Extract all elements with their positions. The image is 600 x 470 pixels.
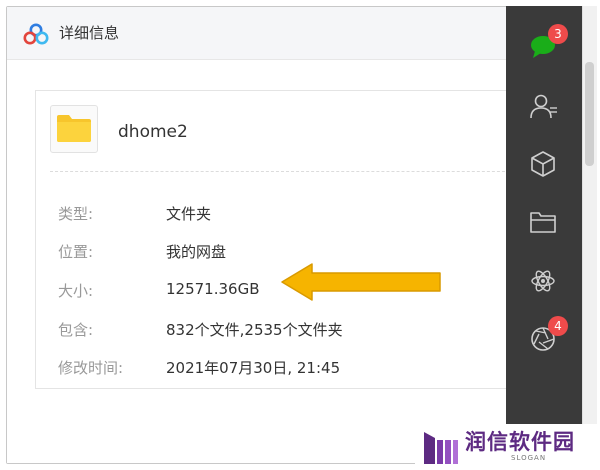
dialog-title: 详细信息 (59, 24, 120, 42)
notification-badge: 4 (548, 316, 568, 336)
detail-label: 位置: (58, 243, 94, 261)
dialog-titlebar: 详细信息 (7, 7, 507, 60)
detail-value: 12571.36GB (166, 280, 260, 298)
watermark-logo-icon (424, 432, 458, 464)
folder-icon (530, 212, 556, 233)
detail-label: 类型: (58, 205, 94, 223)
sidebar-item-atom[interactable] (522, 260, 564, 302)
detail-value: 文件夹 (166, 205, 212, 223)
details-dialog: 详细信息 dhome2 类型: 文件夹 位置: 我的网盘 大小: 12571.3… (6, 6, 520, 464)
detail-label: 包含: (58, 321, 94, 339)
detail-value: 2021年07月30日, 21:45 (166, 359, 341, 377)
highlight-arrow-icon (281, 263, 441, 301)
notification-badge: 3 (548, 24, 568, 44)
baidu-cloud-logo-icon (23, 23, 49, 45)
sidebar-item-cube[interactable] (522, 143, 564, 185)
folder-thumbnail (50, 105, 98, 153)
detail-value: 我的网盘 (166, 243, 227, 261)
sidebar-item-contacts[interactable] (522, 85, 564, 127)
divider (50, 171, 520, 172)
file-name: dhome2 (118, 122, 188, 142)
sidebar-item-files[interactable] (522, 202, 564, 244)
right-sidebar: 3 4 (506, 6, 582, 462)
detail-value: 832个文件,2535个文件夹 (166, 321, 343, 339)
scrollbar[interactable] (582, 6, 597, 462)
watermark-text: 润信软件园 (465, 430, 575, 454)
folder-icon (57, 115, 91, 142)
detail-label: 大小: (58, 282, 94, 300)
sidebar-item-aperture[interactable]: 4 (522, 316, 568, 360)
sidebar-item-chat[interactable]: 3 (522, 24, 568, 68)
cube-icon (531, 151, 555, 177)
watermark-slogan: SLOGAN (511, 454, 547, 462)
contacts-icon (530, 94, 557, 119)
scrollbar-thumb[interactable] (585, 62, 594, 166)
details-card: dhome2 类型: 文件夹 位置: 我的网盘 大小: 12571.36GB 包… (35, 90, 520, 389)
atom-icon (531, 270, 555, 292)
detail-label: 修改时间: (58, 359, 124, 377)
watermark: 润信软件园 SLOGAN (415, 424, 600, 470)
